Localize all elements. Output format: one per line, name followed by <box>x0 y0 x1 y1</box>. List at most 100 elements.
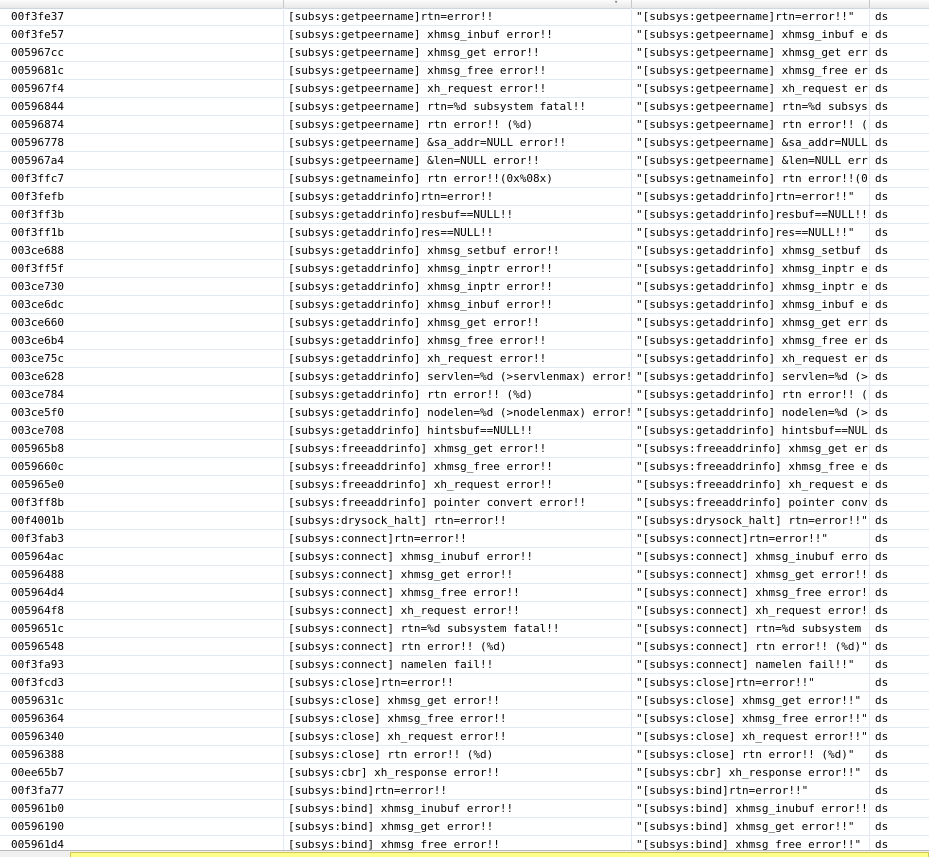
data-type-cell: ds <box>875 442 889 455</box>
table-row[interactable]: 00f3fab3 [subsys:connect]rtn=error!! "[sub… <box>0 530 929 548</box>
table-row[interactable]: 00f3fe57 [subsys:getpeername] xhmsg_inbuf… <box>0 26 929 44</box>
string-value-cell: [subsys:drysock_halt] rtn=error!! <box>284 512 632 529</box>
string-value-cell: [subsys:getpeername] &len=NULL error!! <box>284 152 632 169</box>
table-row[interactable]: 0059681c [subsys:getpeername] xhmsg_free … <box>0 62 929 80</box>
table-row[interactable]: 00f4001b [subsys:drysock_halt] rtn=error!… <box>0 512 929 530</box>
address-cell: 00f4001b <box>0 512 284 529</box>
data-type-cell: ds <box>875 334 889 347</box>
table-row[interactable]: 003ce784 [subsys:getaddrinfo] rtn error!!… <box>0 386 929 404</box>
table-row[interactable]: 003ce628 [subsys:getaddrinfo] servlen=%d … <box>0 368 929 386</box>
string-representation-cell: "[subsys:getaddrinfo]res==NULL!!" <box>632 224 870 241</box>
table-row[interactable]: 003ce75c [subsys:getaddrinfo] xh_request … <box>0 350 929 368</box>
data-type-cell: ds <box>875 838 889 850</box>
data-type-cell: ds <box>875 604 889 617</box>
string-value-cell: [subsys:getpeername] &sa_addr=NULL error… <box>284 134 632 151</box>
table-row[interactable]: 00f3ff5f [subsys:getaddrinfo] xhmsg_inptr… <box>0 260 929 278</box>
table-row[interactable]: 00596844 [subsys:getpeername] rtn=%d subs… <box>0 98 929 116</box>
table-row[interactable]: 00596190 [subsys:bind] xhmsg_get error!! "… <box>0 818 929 836</box>
table-row[interactable]: 005967cc [subsys:getpeername] xhmsg_get e… <box>0 44 929 62</box>
table-row[interactable]: 00596488 [subsys:connect] xhmsg_get error… <box>0 566 929 584</box>
address-cell: 00f3fab3 <box>0 530 284 547</box>
string-representation-cell: "[subsys:getaddrinfo] xh_request er... <box>632 350 870 367</box>
column-header-data-type[interactable] <box>870 0 929 8</box>
table-row[interactable]: 00f3fa93 [subsys:connect] namelen fail!! "… <box>0 656 929 674</box>
string-representation-cell: "[subsys:close] xh_request error!!" <box>632 728 870 745</box>
table-row[interactable]: 00f3fe37 [subsys:getpeername]rtn=error!! "… <box>0 8 929 26</box>
table-row[interactable]: 005965e0 [subsys:freeaddrinfo] xh_request… <box>0 476 929 494</box>
table-row[interactable]: 003ce708 [subsys:getaddrinfo] hintsbuf==N… <box>0 422 929 440</box>
address-cell: 005964f8 <box>0 602 284 619</box>
string-representation-cell: "[subsys:cbr] xh_response error!!" <box>632 764 870 781</box>
table-row[interactable]: 005961b0 [subsys:bind] xhmsg_inubuf error… <box>0 800 929 818</box>
table-row[interactable]: 00f3ffc7 [subsys:getnameinfo] rtn error!!… <box>0 170 929 188</box>
table-row[interactable]: 005961d4 [subsys:bind] xhmsg_free error!!… <box>0 836 929 850</box>
table-row[interactable]: 003ce5f0 [subsys:getaddrinfo] nodelen=%d … <box>0 404 929 422</box>
table-row[interactable]: 005964f8 [subsys:connect] xh_request erro… <box>0 602 929 620</box>
table-row[interactable]: 00f3fcd3 [subsys:close]rtn=error!! "[subsy… <box>0 674 929 692</box>
table-row[interactable]: 003ce6b4 [subsys:getaddrinfo] xhmsg_free … <box>0 332 929 350</box>
data-type-cell: ds <box>875 190 889 203</box>
address-cell: 003ce628 <box>0 368 284 385</box>
data-type-cell: ds <box>875 28 889 41</box>
table-row[interactable]: 005967f4 [subsys:getpeername] xh_request … <box>0 80 929 98</box>
data-type-cell: ds <box>875 388 889 401</box>
string-value-cell: [subsys:connect] xhmsg_inubuf error!! <box>284 548 632 565</box>
table-row[interactable]: 00596548 [subsys:connect] rtn error!! (%d… <box>0 638 929 656</box>
table-row[interactable]: 0059631c [subsys:close] xhmsg_get error!!… <box>0 692 929 710</box>
table-row[interactable]: 00f3ff3b [subsys:getaddrinfo]resbuf==NULL… <box>0 206 929 224</box>
table-row[interactable]: 005964ac [subsys:connect] xhmsg_inubuf er… <box>0 548 929 566</box>
string-representation-cell: "[subsys:getaddrinfo] nodelen=%d (>... <box>632 404 870 421</box>
table-row[interactable]: 00596778 [subsys:getpeername] &sa_addr=NU… <box>0 134 929 152</box>
table-row[interactable]: 00f3ff8b [subsys:freeaddrinfo] pointer co… <box>0 494 929 512</box>
data-type-cell: ds <box>875 64 889 77</box>
table-row[interactable]: 0059651c [subsys:connect] rtn=%d subsyste… <box>0 620 929 638</box>
string-representation-cell: "[subsys:connect] xhmsg_inubuf erro... <box>632 548 870 565</box>
string-value-cell: [subsys:connect] rtn=%d subsystem fatal!… <box>284 620 632 637</box>
table-row[interactable]: 00f3fefb [subsys:getaddrinfo]rtn=error!! "… <box>0 188 929 206</box>
string-value-cell: [subsys:getaddrinfo] xhmsg_inbuf error!! <box>284 296 632 313</box>
table-row[interactable]: 003ce688 [subsys:getaddrinfo] xhmsg_setbu… <box>0 242 929 260</box>
table-row[interactable]: 00f3fa77 [subsys:bind]rtn=error!! "[subsys… <box>0 782 929 800</box>
data-type-cell: ds <box>875 352 889 365</box>
string-representation-cell: "[subsys:getpeername] xh_request er... <box>632 80 870 97</box>
table-row[interactable]: 00596388 [subsys:close] rtn error!! (%d) "… <box>0 746 929 764</box>
data-type-cell: ds <box>875 658 889 671</box>
string-representation-cell: "[subsys:connect] xhmsg_get error!!" <box>632 566 870 583</box>
string-representation-cell: "[subsys:getaddrinfo] rtn error!! (... <box>632 386 870 403</box>
column-header-string-value[interactable] <box>284 0 632 8</box>
address-cell: 00f3fe57 <box>0 26 284 43</box>
address-cell: 005965b8 <box>0 440 284 457</box>
table-row[interactable]: 00596874 [subsys:getpeername] rtn error!!… <box>0 116 929 134</box>
address-cell: 00596488 <box>0 566 284 583</box>
filter-input[interactable] <box>70 852 929 857</box>
address-cell: 003ce75c <box>0 350 284 367</box>
string-value-cell: [subsys:getaddrinfo] xhmsg_setbuf error!… <box>284 242 632 259</box>
data-type-cell: ds <box>875 820 889 833</box>
table-row[interactable]: 005964d4 [subsys:connect] xhmsg_free erro… <box>0 584 929 602</box>
table-row[interactable]: 003ce6dc [subsys:getaddrinfo] xhmsg_inbuf… <box>0 296 929 314</box>
data-type-cell: ds <box>875 82 889 95</box>
table-row[interactable]: 00596364 [subsys:close] xhmsg_free error!… <box>0 710 929 728</box>
column-header-address[interactable] <box>0 0 284 8</box>
string-value-cell: [subsys:freeaddrinfo] pointer convert er… <box>284 494 632 511</box>
data-type-cell: ds <box>875 226 889 239</box>
column-header-string-representation[interactable] <box>632 0 870 8</box>
data-type-cell: ds <box>875 568 889 581</box>
table-row[interactable]: 003ce730 [subsys:getaddrinfo] xhmsg_inptr… <box>0 278 929 296</box>
table-row[interactable]: 005967a4 [subsys:getpeername] &len=NULL e… <box>0 152 929 170</box>
table-row[interactable]: 005965b8 [subsys:freeaddrinfo] xhmsg_get … <box>0 440 929 458</box>
data-type-cell: ds <box>875 172 889 185</box>
table-row[interactable]: 00596340 [subsys:close] xh_request error!… <box>0 728 929 746</box>
address-cell: 005964d4 <box>0 584 284 601</box>
address-cell: 00596548 <box>0 638 284 655</box>
data-type-cell: ds <box>875 424 889 437</box>
table-row[interactable]: 003ce660 [subsys:getaddrinfo] xhmsg_get e… <box>0 314 929 332</box>
table-row[interactable]: 00f3ff1b [subsys:getaddrinfo]res==NULL!! "… <box>0 224 929 242</box>
string-representation-cell: "[subsys:bind]rtn=error!!" <box>632 782 870 799</box>
data-type-cell: ds <box>875 406 889 419</box>
string-value-cell: [subsys:getpeername] xhmsg_free error!! <box>284 62 632 79</box>
table-row[interactable]: 00ee65b7 [subsys:cbr] xh_response error!!… <box>0 764 929 782</box>
data-type-cell: ds <box>875 118 889 131</box>
address-cell: 00f3ff5f <box>0 260 284 277</box>
table-row[interactable]: 0059660c [subsys:freeaddrinfo] xhmsg_free… <box>0 458 929 476</box>
